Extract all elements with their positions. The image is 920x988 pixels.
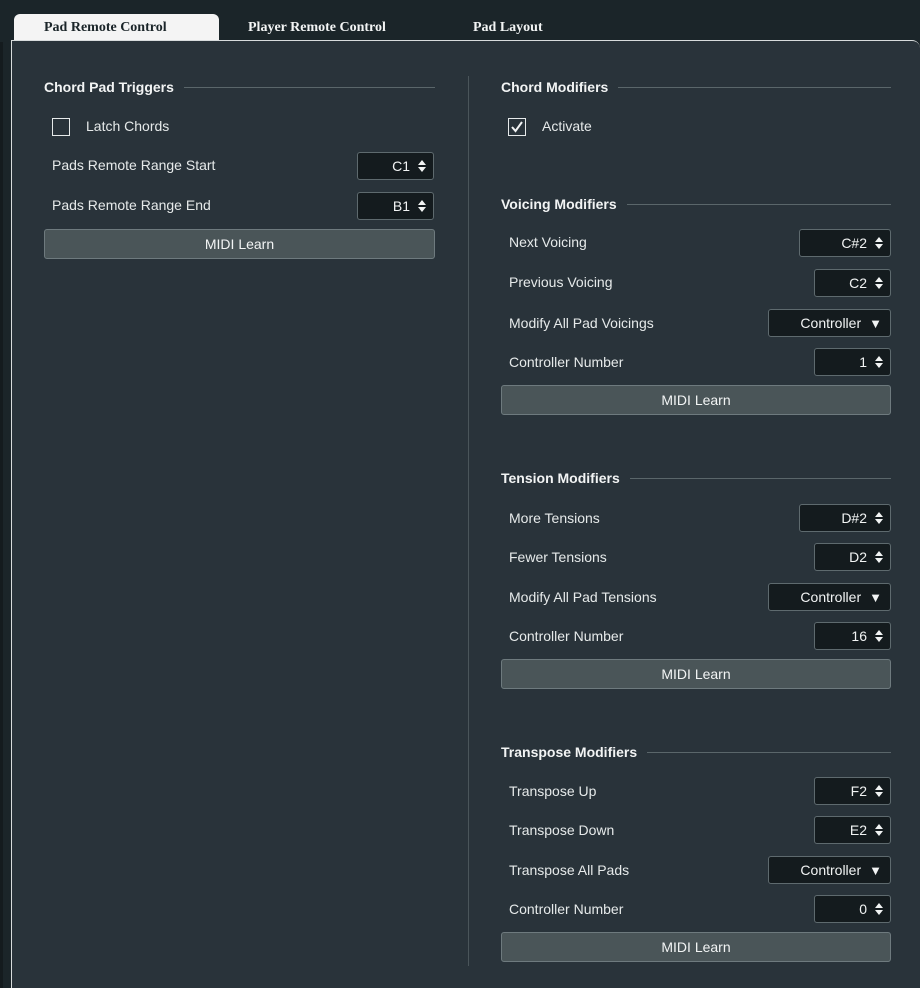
modify-tensions-label: Modify All Pad Tensions (509, 589, 657, 605)
up-down-arrows-icon[interactable] (874, 235, 884, 251)
tension-cc-spinbox[interactable]: 16 (814, 622, 891, 650)
modify-tensions-dropdown[interactable]: Controller ▼ (768, 583, 891, 611)
activate-checkbox[interactable] (508, 118, 526, 136)
section-rule (183, 86, 435, 88)
up-down-arrows-icon[interactable] (874, 783, 884, 799)
up-down-arrows-icon[interactable] (874, 510, 884, 526)
modify-voicings-dropdown[interactable]: Controller ▼ (768, 309, 891, 337)
range-end-label: Pads Remote Range End (52, 197, 211, 213)
section-title: Tension Modifiers (501, 470, 620, 486)
midi-learn-button-triggers[interactable]: MIDI Learn (44, 229, 435, 259)
modify-voicings-label: Modify All Pad Voicings (509, 315, 654, 331)
transpose-all-label: Transpose All Pads (509, 862, 630, 878)
range-start-spinbox[interactable]: C1 (357, 152, 434, 180)
caret-down-icon: ▼ (869, 315, 882, 331)
up-down-arrows-icon[interactable] (874, 549, 884, 565)
transpose-modifiers-header: Transpose Modifiers (501, 744, 891, 760)
chord-pad-triggers-header: Chord Pad Triggers (44, 79, 435, 95)
section-title: Voicing Modifiers (501, 196, 617, 212)
midi-learn-button-transpose[interactable]: MIDI Learn (501, 932, 891, 962)
up-down-arrows-icon[interactable] (417, 198, 427, 214)
up-down-arrows-icon[interactable] (874, 822, 884, 838)
spin-value: D#2 (841, 510, 867, 526)
transpose-all-dropdown[interactable]: Controller ▼ (768, 856, 891, 884)
tab-pad-layout[interactable]: Pad Layout (473, 14, 543, 42)
midi-learn-button-tension[interactable]: MIDI Learn (501, 659, 891, 689)
spin-value: F2 (850, 783, 867, 799)
caret-down-icon: ▼ (869, 862, 882, 878)
dropdown-value: Controller (800, 862, 862, 878)
chord-modifiers-header: Chord Modifiers (501, 79, 891, 95)
next-voicing-spinbox[interactable]: C#2 (799, 229, 891, 257)
spin-value: C#2 (841, 235, 867, 251)
up-down-arrows-icon[interactable] (874, 901, 884, 917)
up-down-arrows-icon[interactable] (874, 354, 884, 370)
transpose-up-label: Transpose Up (509, 783, 597, 799)
spin-value: B1 (392, 198, 410, 214)
up-down-arrows-icon[interactable] (874, 628, 884, 644)
dropdown-value: Controller (800, 315, 862, 331)
latch-chords-checkbox[interactable] (52, 118, 70, 136)
caret-down-icon: ▼ (869, 589, 882, 605)
transpose-up-spinbox[interactable]: F2 (814, 777, 891, 805)
activate-label: Activate (542, 118, 592, 134)
spin-value: E2 (849, 822, 867, 838)
settings-panel (11, 40, 920, 988)
tension-cc-label: Controller Number (509, 628, 624, 644)
section-rule (626, 203, 891, 205)
section-rule (629, 477, 891, 479)
transpose-down-label: Transpose Down (509, 822, 615, 838)
window-edge (0, 0, 3, 988)
voicing-cc-label: Controller Number (509, 354, 624, 370)
up-down-arrows-icon[interactable] (417, 158, 427, 174)
section-title: Chord Pad Triggers (44, 79, 174, 95)
tab-bar: Pad Remote Control Player Remote Control… (0, 0, 920, 42)
section-title: Transpose Modifiers (501, 744, 638, 760)
checkmark-icon (511, 121, 523, 133)
fewer-tensions-label: Fewer Tensions (509, 549, 607, 565)
voicing-modifiers-header: Voicing Modifiers (501, 196, 891, 212)
spin-value: 0 (859, 901, 867, 917)
tension-modifiers-header: Tension Modifiers (501, 470, 891, 486)
tab-pad-remote-control[interactable]: Pad Remote Control (14, 14, 219, 42)
transpose-cc-label: Controller Number (509, 901, 624, 917)
voicing-cc-spinbox[interactable]: 1 (814, 348, 891, 376)
section-title: Chord Modifiers (501, 79, 609, 95)
latch-chords-label: Latch Chords (86, 118, 170, 134)
section-rule (647, 751, 891, 753)
more-tensions-label: More Tensions (509, 510, 600, 526)
spin-value: D2 (849, 549, 867, 565)
previous-voicing-spinbox[interactable]: C2 (814, 269, 891, 297)
next-voicing-label: Next Voicing (509, 234, 587, 250)
midi-learn-button-voicing[interactable]: MIDI Learn (501, 385, 891, 415)
section-rule (618, 86, 891, 88)
more-tensions-spinbox[interactable]: D#2 (799, 504, 891, 532)
fewer-tensions-spinbox[interactable]: D2 (814, 543, 891, 571)
up-down-arrows-icon[interactable] (874, 275, 884, 291)
range-end-spinbox[interactable]: B1 (357, 192, 434, 220)
dropdown-value: Controller (800, 589, 862, 605)
spin-value: C1 (392, 158, 410, 174)
transpose-down-spinbox[interactable]: E2 (814, 816, 891, 844)
previous-voicing-label: Previous Voicing (509, 274, 613, 290)
column-divider (468, 76, 469, 966)
tab-player-remote-control[interactable]: Player Remote Control (248, 14, 386, 42)
range-start-label: Pads Remote Range Start (52, 157, 216, 173)
spin-value: 16 (851, 628, 867, 644)
transpose-cc-spinbox[interactable]: 0 (814, 895, 891, 923)
spin-value: 1 (859, 354, 867, 370)
spin-value: C2 (849, 275, 867, 291)
